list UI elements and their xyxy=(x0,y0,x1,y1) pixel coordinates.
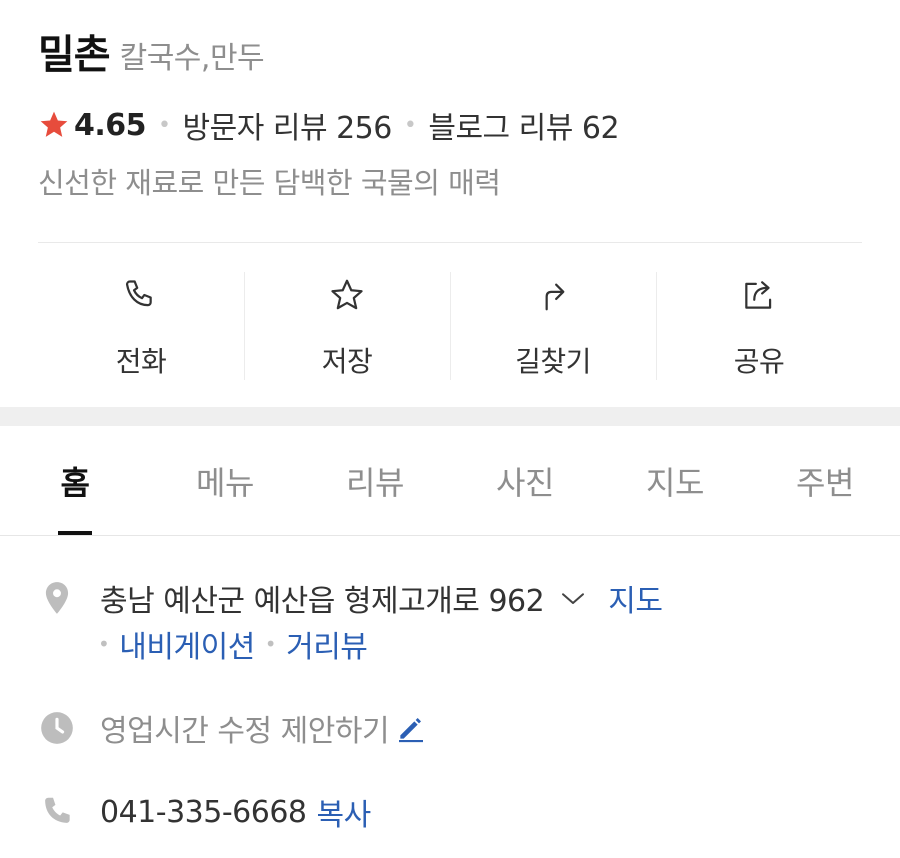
navigation-link[interactable]: 내비게이션 xyxy=(119,622,255,666)
tab-review[interactable]: 리뷰 xyxy=(300,426,450,535)
action-label: 저장 xyxy=(321,345,373,378)
star-outline-icon xyxy=(331,279,363,310)
clock-icon xyxy=(41,712,73,744)
blog-reviews-link[interactable]: 블로그 리뷰 62 xyxy=(428,103,619,147)
phone-row: 041-335-6668 복사 xyxy=(38,790,371,834)
separator-dot: • xyxy=(158,112,171,138)
separator-dot: • xyxy=(264,632,277,656)
location-pin-icon xyxy=(45,582,69,614)
address-row: 충남 예산군 예산읍 형제고개로 962 지도 xyxy=(38,576,663,620)
rating-value: 4.65 xyxy=(74,107,147,143)
directions-button[interactable]: 길찾기 xyxy=(450,268,656,380)
copy-button[interactable]: 복사 xyxy=(317,790,372,834)
tab-menu[interactable]: 메뉴 xyxy=(150,426,300,535)
chevron-down-icon[interactable] xyxy=(558,583,588,613)
action-label: 길찾기 xyxy=(515,345,591,378)
rating-row: 4.65 • 방문자 리뷰 256 • 블로그 리뷰 62 xyxy=(38,103,620,147)
pencil-icon[interactable] xyxy=(395,712,427,744)
place-header: 밀촌 칼국수,만두 xyxy=(38,22,868,80)
place-name: 밀촌 xyxy=(38,32,111,78)
place-category: 칼국수,만두 xyxy=(119,41,265,76)
save-button[interactable]: 저장 xyxy=(244,268,450,380)
tab-photo[interactable]: 사진 xyxy=(450,426,600,535)
phone-icon xyxy=(125,280,152,307)
tab-bar: 홈 메뉴 리뷰 사진 지도 주변 xyxy=(0,426,900,536)
share-icon xyxy=(745,281,772,309)
action-bar: 전화 저장 길찾기 공유 xyxy=(38,268,862,380)
street-view-link[interactable]: 거리뷰 xyxy=(286,622,368,666)
separator-dot: • xyxy=(98,632,110,656)
section-gap xyxy=(0,407,900,426)
tab-map[interactable]: 지도 xyxy=(600,426,750,535)
place-description: 신선한 재료로 만든 담백한 국물의 매력 xyxy=(38,166,501,200)
address-text[interactable]: 충남 예산군 예산읍 형제고개로 962 xyxy=(100,576,545,620)
tab-home[interactable]: 홈 xyxy=(0,426,150,535)
separator-dot: • xyxy=(403,112,417,138)
phone-number[interactable]: 041-335-6668 xyxy=(100,795,307,830)
hours-suggest-text[interactable]: 영업시간 수정 제안하기 xyxy=(100,706,390,750)
hours-row: 영업시간 수정 제안하기 xyxy=(38,706,427,750)
directions-icon xyxy=(545,283,565,311)
action-label: 공유 xyxy=(733,345,785,378)
map-link[interactable]: 지도 xyxy=(608,576,663,620)
share-button[interactable]: 공유 xyxy=(656,268,862,380)
action-label: 전화 xyxy=(115,345,167,378)
address-sub-links: • 내비게이션 • 거리뷰 xyxy=(98,622,368,666)
divider xyxy=(38,242,862,243)
tab-nearby[interactable]: 주변 xyxy=(750,426,900,535)
call-button[interactable]: 전화 xyxy=(38,268,244,380)
star-icon xyxy=(40,111,68,137)
phone-icon xyxy=(45,797,70,823)
visitor-reviews-link[interactable]: 방문자 리뷰 256 xyxy=(183,103,393,147)
